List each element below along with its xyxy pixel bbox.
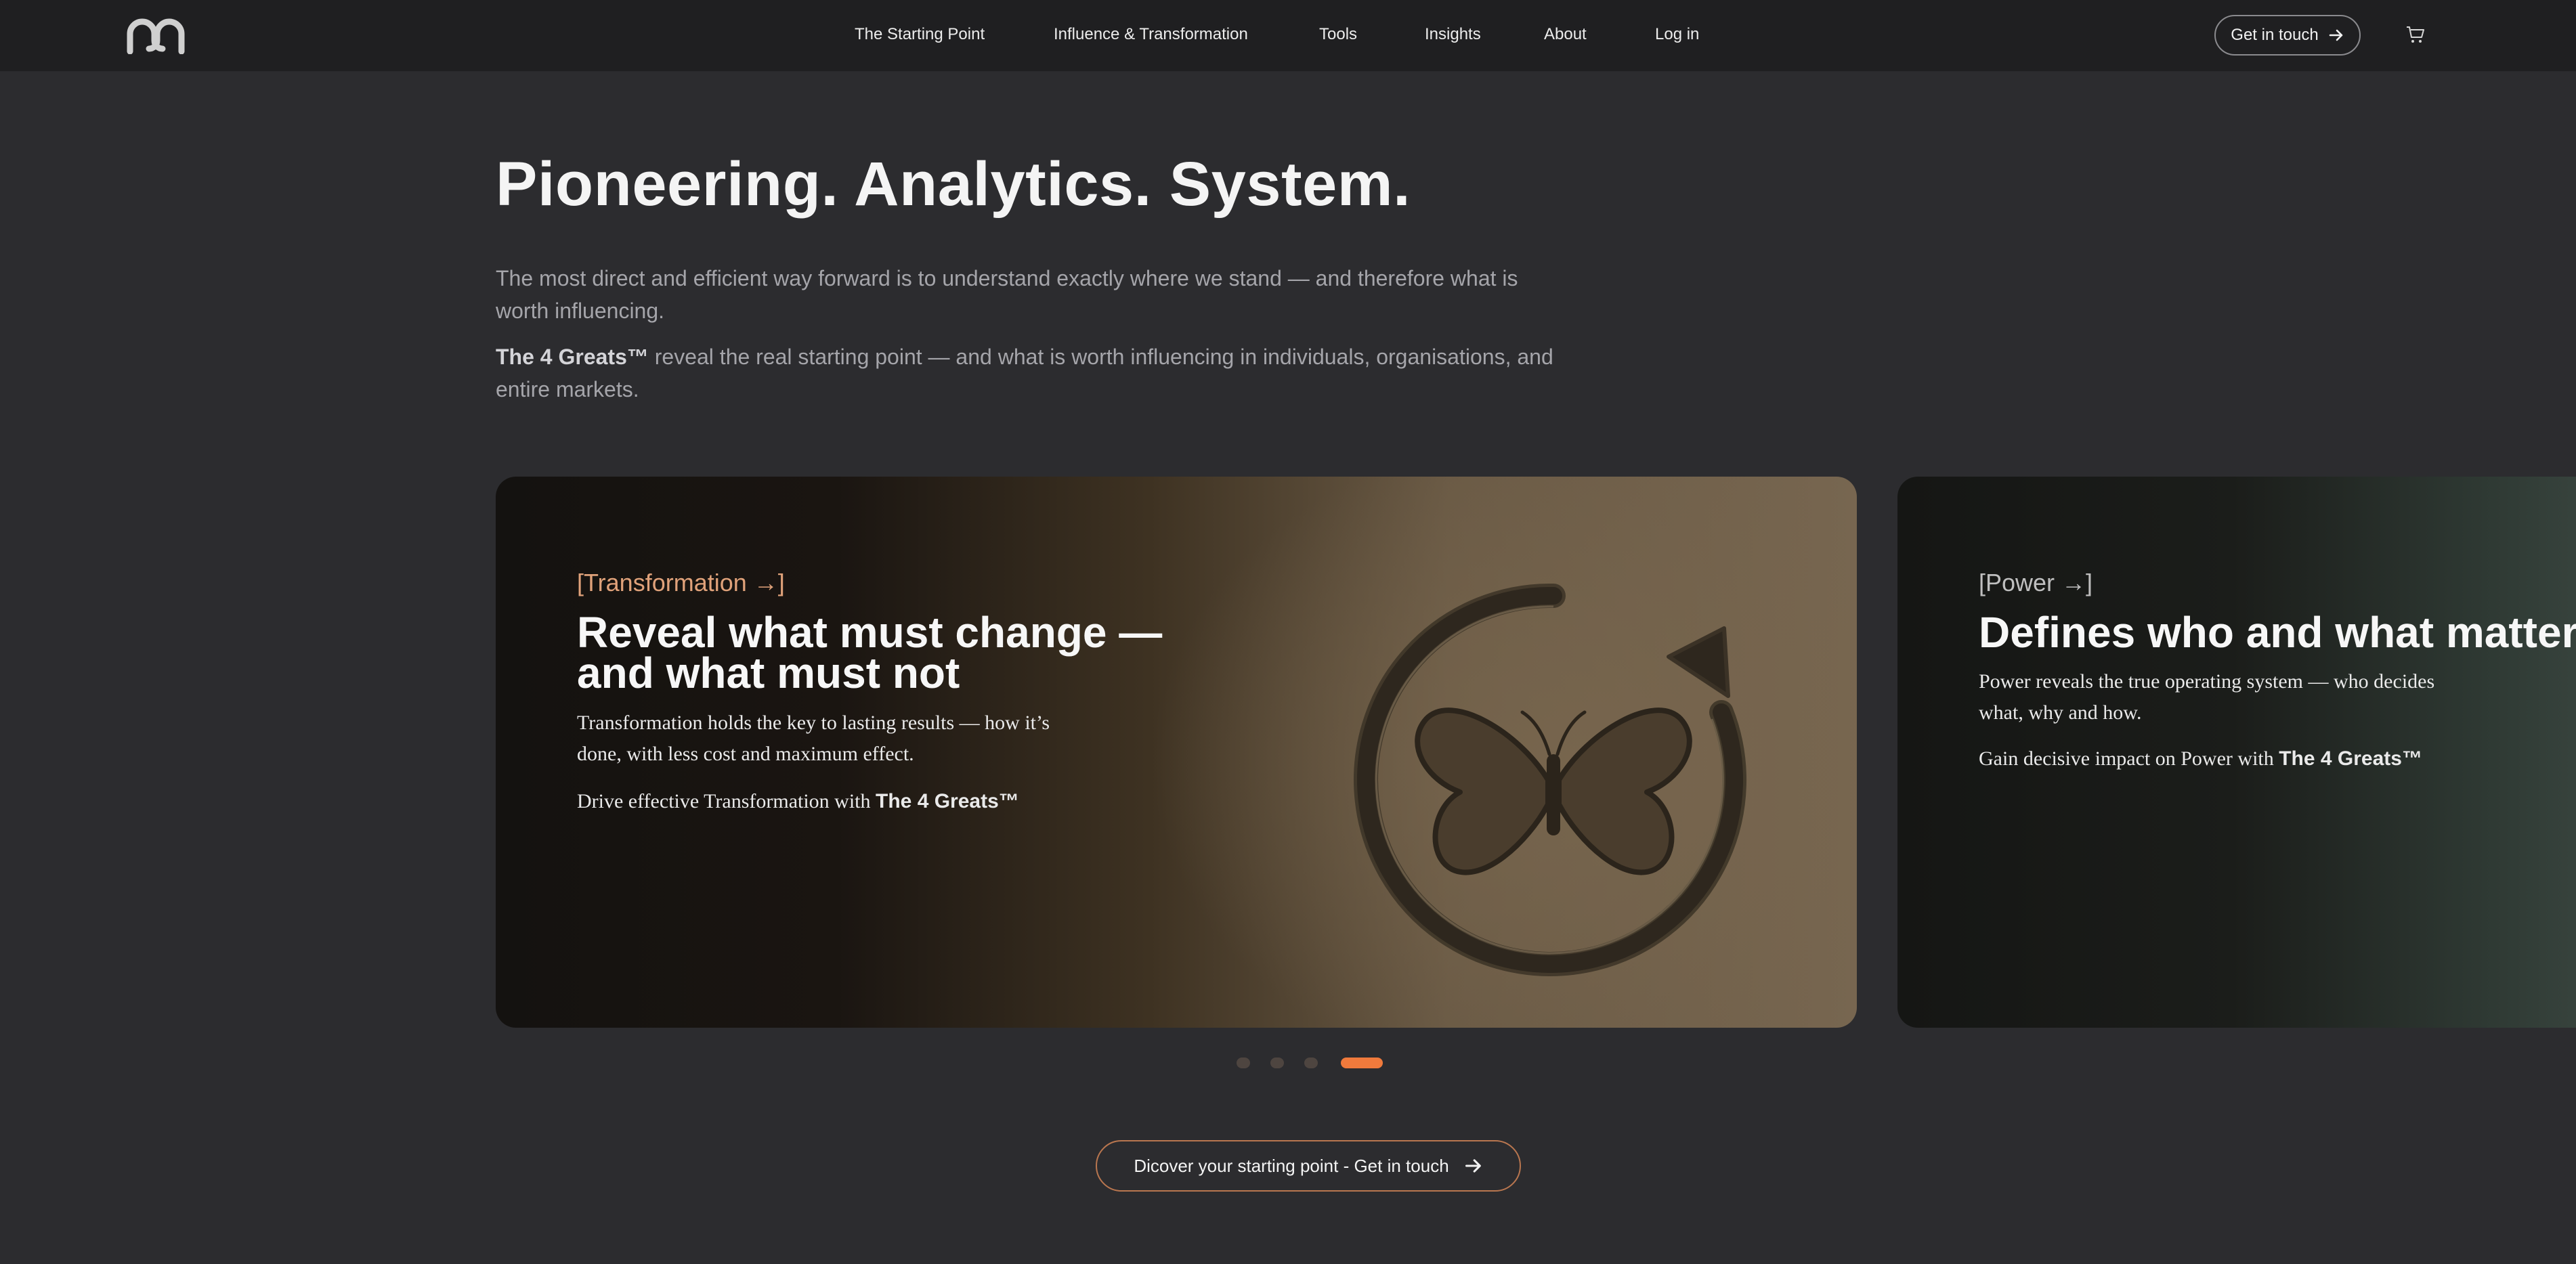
card-cta-prefix: Gain decisive impact on Power with [1979, 747, 2279, 770]
card-body: Transformation holds the key to lasting … [577, 712, 1050, 765]
nav-link-tools[interactable]: Tools [1319, 25, 1357, 44]
carousel-dot-1[interactable] [1237, 1058, 1250, 1068]
brand-name: The 4 Greats™ [496, 345, 649, 369]
hero-paragraph-2-text: reveal the real starting point — and wha… [496, 345, 1553, 401]
card-title: Reveal what must change — and what must … [577, 608, 1163, 697]
nav-link-starting-point[interactable]: The Starting Point [855, 25, 985, 44]
card-cta-text: Drive effective Transformation with The … [577, 786, 1186, 817]
carousel-dot-2[interactable] [1270, 1058, 1284, 1068]
card-cta-brand: The 4 Greats™ [876, 790, 1019, 812]
card-cta-text: Gain decisive impact on Power with The 4… [1979, 743, 2576, 775]
page-title: Pioneering. Analytics. System. [496, 150, 1411, 219]
carousel-dot-4-active[interactable] [1341, 1058, 1383, 1068]
arrow-right-icon [2329, 29, 2343, 41]
butterfly-cycle-emblem [1354, 583, 1746, 976]
card-tag[interactable]: [Transformation →] [577, 569, 785, 597]
card-cta-prefix: Drive effective Transformation with [577, 790, 876, 812]
cart-icon[interactable] [2405, 24, 2426, 45]
nav-link-login[interactable]: Log in [1655, 25, 1699, 44]
get-in-touch-label: Get in touch [2231, 26, 2319, 44]
nav-link-about[interactable]: About [1544, 25, 1587, 44]
card-body: Power reveals the true operating system … [1979, 670, 2435, 724]
nav-link-insights[interactable]: Insights [1425, 25, 1481, 44]
brand-logo[interactable] [125, 18, 187, 54]
hero-paragraph-1: The most direct and efficient way forwar… [496, 266, 1518, 323]
top-navigation: The Starting Point Influence & Transform… [0, 0, 2576, 72]
cta-label: Dicover your starting point - Get in tou… [1134, 1155, 1449, 1176]
card-cta-brand: The 4 Greats™ [2279, 747, 2422, 770]
carousel-card-transformation[interactable]: [Transformation →] Reveal what must chan… [496, 477, 1857, 1028]
carousel-dot-3[interactable] [1304, 1058, 1318, 1068]
card-title: Defines who and what matters [1979, 608, 2576, 657]
discover-starting-point-button[interactable]: Dicover your starting point - Get in tou… [1096, 1140, 1521, 1192]
arrow-right-icon [1465, 1159, 1481, 1173]
hero-paragraph-2: The 4 Greats™ reveal the real starting p… [496, 341, 1566, 406]
nav-link-influence-transformation[interactable]: Influence & Transformation [1054, 25, 1248, 44]
get-in-touch-button[interactable]: Get in touch [2214, 15, 2361, 56]
carousel-card-power[interactable]: [Power →] Defines who and what matters P… [1897, 477, 2576, 1028]
card-tag[interactable]: [Power →] [1979, 569, 2092, 597]
